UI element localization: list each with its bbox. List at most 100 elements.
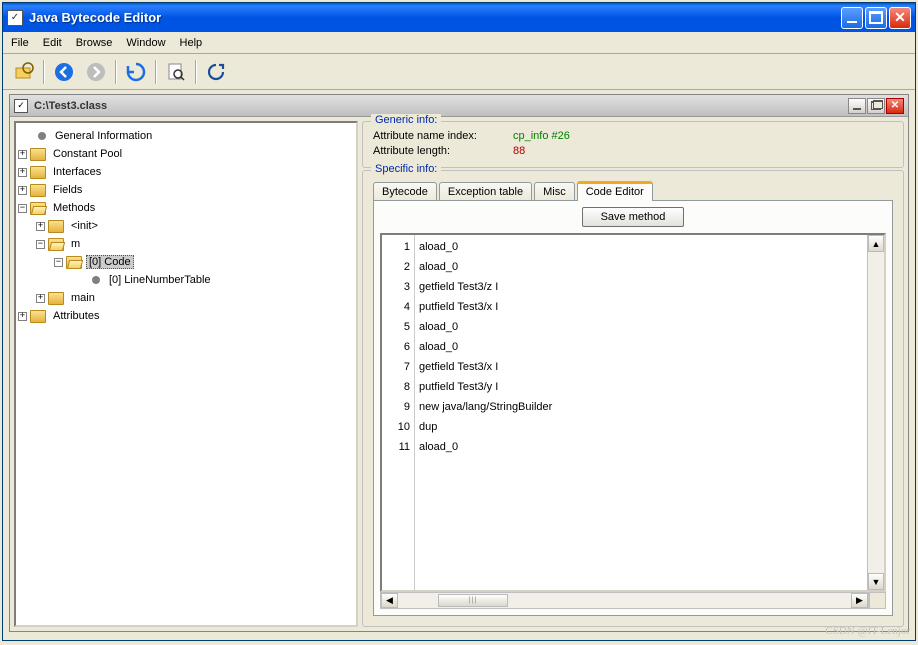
tree-label[interactable]: Methods	[50, 201, 98, 215]
line-number: 11	[386, 437, 410, 457]
tree-row[interactable]: − [0] Code	[18, 253, 354, 271]
tree-row[interactable]: − Methods	[18, 199, 354, 217]
close-button[interactable]: ✕	[889, 7, 911, 29]
line-number: 7	[386, 357, 410, 377]
tree-row[interactable]: + main	[18, 289, 354, 307]
code-line[interactable]: aload_0	[419, 237, 863, 257]
folder-icon	[48, 238, 64, 251]
tree-label[interactable]: <init>	[68, 219, 101, 233]
sub-titlebar: ✓ C:\Test3.class ✕	[10, 95, 908, 117]
tree-row[interactable]: General Information	[18, 127, 354, 145]
tree-label[interactable]: Constant Pool	[50, 147, 125, 161]
tree-label[interactable]: m	[68, 237, 83, 251]
open-file-icon[interactable]	[9, 58, 39, 86]
expand-icon[interactable]: +	[36, 222, 45, 231]
sub-close-button[interactable]: ✕	[886, 98, 904, 114]
scroll-track[interactable]	[868, 252, 884, 573]
folder-icon	[30, 166, 46, 179]
scroll-up-icon[interactable]: ▲	[868, 235, 884, 252]
sub-restore-button[interactable]	[867, 98, 885, 114]
scroll-right-icon[interactable]: ▶	[851, 593, 868, 608]
doc-icon: ✓	[14, 99, 28, 113]
forward-icon[interactable]	[81, 58, 111, 86]
tree-row[interactable]: + Interfaces	[18, 163, 354, 181]
expand-icon[interactable]: +	[18, 168, 27, 177]
tabpanel-code-editor: Save method 1234567891011 aload_0aload_0…	[373, 200, 893, 616]
scroll-thumb[interactable]: |||	[438, 594, 508, 607]
collapse-icon[interactable]: −	[54, 258, 63, 267]
code-line[interactable]: getfield Test3/x I	[419, 357, 863, 377]
tree-label[interactable]: Interfaces	[50, 165, 104, 179]
reload-icon[interactable]	[201, 58, 231, 86]
menu-help[interactable]: Help	[180, 37, 203, 49]
folder-icon	[48, 220, 64, 233]
vertical-scrollbar[interactable]: ▲ ▼	[867, 235, 884, 590]
toolbar	[3, 54, 915, 90]
tab-bytecode[interactable]: Bytecode	[373, 182, 437, 201]
horizontal-scrollbar[interactable]: ◀ ||| ▶	[380, 592, 869, 609]
code-lines[interactable]: aload_0aload_0getfield Test3/z Iputfield…	[414, 235, 867, 590]
tree-label[interactable]: Attributes	[50, 309, 102, 323]
code-line[interactable]: putfield Test3/y I	[419, 377, 863, 397]
expand-icon[interactable]: +	[18, 312, 27, 321]
menu-window[interactable]: Window	[126, 37, 165, 49]
tree-label[interactable]: General Information	[52, 129, 155, 143]
document-subwindow: ✓ C:\Test3.class ✕ General Information + C…	[9, 94, 909, 632]
search-file-icon[interactable]	[161, 58, 191, 86]
expand-icon[interactable]: +	[18, 150, 27, 159]
folder-icon	[66, 256, 82, 269]
folder-icon	[48, 292, 64, 305]
tree-row[interactable]: + Constant Pool	[18, 145, 354, 163]
code-line[interactable]: aload_0	[419, 437, 863, 457]
tree-label[interactable]: [0] Code	[86, 255, 134, 269]
generic-info-legend: Generic info:	[371, 114, 441, 126]
line-number: 1	[386, 237, 410, 257]
code-gutter: 1234567891011	[382, 235, 414, 590]
code-line[interactable]: putfield Test3/x I	[419, 297, 863, 317]
code-line[interactable]: aload_0	[419, 257, 863, 277]
tab-exception-table[interactable]: Exception table	[439, 182, 532, 201]
expand-icon[interactable]: +	[18, 186, 27, 195]
code-line[interactable]: dup	[419, 417, 863, 437]
tab-code-editor[interactable]: Code Editor	[577, 181, 653, 201]
refresh-icon[interactable]	[121, 58, 151, 86]
tree-panel[interactable]: General Information + Constant Pool + Interf…	[14, 121, 358, 627]
code-line[interactable]: new java/lang/StringBuilder	[419, 397, 863, 417]
expand-icon[interactable]: +	[36, 294, 45, 303]
save-method-button[interactable]: Save method	[582, 207, 685, 227]
menu-browse[interactable]: Browse	[76, 37, 113, 49]
code-line[interactable]: getfield Test3/z I	[419, 277, 863, 297]
tree-row[interactable]: + <init>	[18, 217, 354, 235]
back-icon[interactable]	[49, 58, 79, 86]
tree-row[interactable]: −m	[18, 235, 354, 253]
code-line[interactable]: aload_0	[419, 337, 863, 357]
tree-row[interactable]: [0] LineNumberTable	[18, 271, 354, 289]
titlebar: ✓ Java Bytecode Editor ✕	[3, 3, 915, 32]
folder-icon	[30, 184, 46, 197]
code-line[interactable]: aload_0	[419, 317, 863, 337]
menu-edit[interactable]: Edit	[43, 37, 62, 49]
collapse-icon[interactable]: −	[18, 204, 27, 213]
attr-name-value: cp_info #26	[513, 130, 893, 142]
tree-row[interactable]: + Attributes	[18, 307, 354, 325]
tree-label[interactable]: main	[68, 291, 98, 305]
window-controls: ✕	[841, 7, 911, 29]
collapse-icon[interactable]: −	[36, 240, 45, 249]
scroll-down-icon[interactable]: ▼	[868, 573, 884, 590]
tabs: Bytecode Exception table Misc Code Edito…	[373, 181, 893, 201]
tab-misc[interactable]: Misc	[534, 182, 575, 201]
line-number: 6	[386, 337, 410, 357]
line-number: 9	[386, 397, 410, 417]
tree-row[interactable]: + Fields	[18, 181, 354, 199]
maximize-button[interactable]	[865, 7, 887, 29]
folder-icon	[30, 202, 46, 215]
minimize-button[interactable]	[841, 7, 863, 29]
tree: General Information + Constant Pool + Interf…	[18, 127, 354, 325]
scroll-corner	[869, 592, 886, 609]
sub-minimize-button[interactable]	[848, 98, 866, 114]
menu-file[interactable]: File	[11, 37, 29, 49]
tree-label[interactable]: Fields	[50, 183, 85, 197]
code-editor[interactable]: 1234567891011 aload_0aload_0getfield Tes…	[380, 233, 886, 592]
tree-label[interactable]: [0] LineNumberTable	[106, 273, 214, 287]
scroll-left-icon[interactable]: ◀	[381, 593, 398, 608]
